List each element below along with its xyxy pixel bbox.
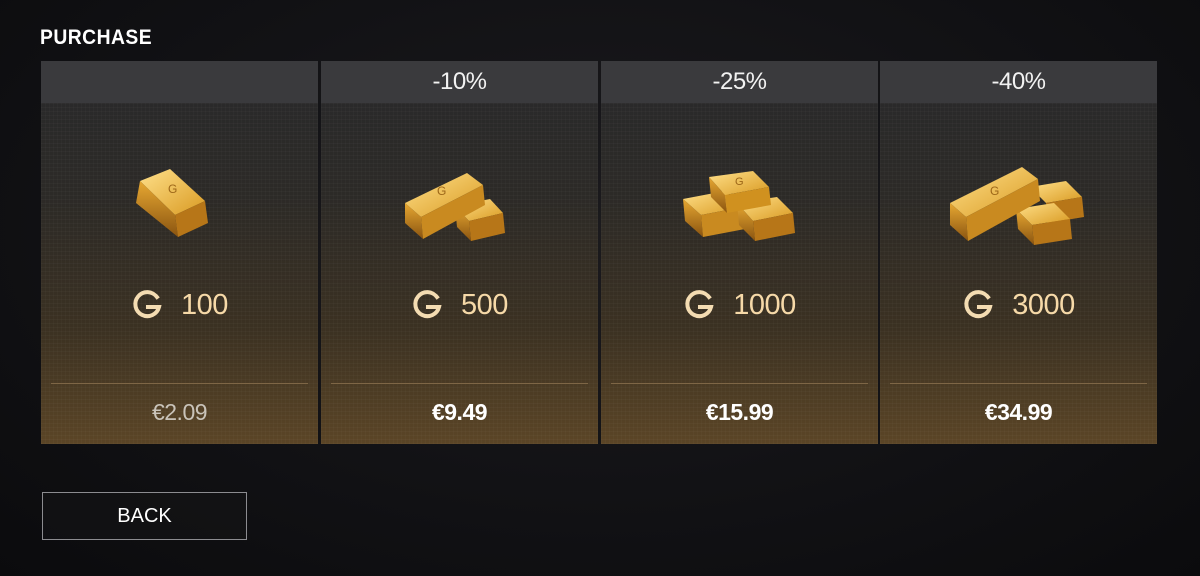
svg-text:G: G [990, 184, 999, 198]
price-label: €15.99 [705, 399, 774, 425]
back-button[interactable]: BACK [42, 492, 247, 540]
offer-card-100[interactable]: G 100 €2.09 [41, 61, 318, 444]
divider [51, 383, 308, 384]
discount-banner: -40% [880, 61, 1157, 103]
page-title: PURCHASE [40, 26, 153, 49]
amount-row: 1000 [601, 285, 878, 325]
gold-amount: 3000 [1012, 288, 1075, 321]
offer-list: G 100 €2.09 -10% G 500 €9.49 -25% G 1000… [41, 61, 1157, 444]
price-label: €2.09 [151, 399, 208, 425]
svg-text:G: G [735, 176, 744, 188]
gold-coin-g-icon [133, 290, 162, 319]
gold-amount: 500 [461, 288, 508, 321]
amount-row: 500 [321, 285, 598, 325]
discount-banner [41, 61, 318, 103]
gold-amount: 1000 [733, 288, 796, 321]
svg-text:G: G [437, 184, 446, 198]
gold-amount: 100 [181, 288, 228, 321]
discount-banner: -25% [601, 61, 878, 103]
gold-coin-g-icon [964, 290, 993, 319]
price-label: €9.49 [431, 399, 488, 425]
divider [611, 383, 868, 384]
gold-coin-g-icon [685, 290, 714, 319]
amount-row: 100 [41, 285, 318, 325]
amount-row: 3000 [880, 285, 1157, 325]
price-label: €34.99 [984, 399, 1053, 425]
offer-card-500[interactable]: -10% G 500 €9.49 [321, 61, 598, 444]
offer-card-3000[interactable]: -40% G 3000 €34.99 [880, 61, 1157, 444]
divider [331, 383, 588, 384]
discount-banner: -10% [321, 61, 598, 103]
gold-coin-g-icon [413, 290, 442, 319]
offer-card-1000[interactable]: -25% G 1000 €15.99 [601, 61, 878, 444]
divider [890, 383, 1147, 384]
svg-text:G: G [168, 182, 177, 196]
